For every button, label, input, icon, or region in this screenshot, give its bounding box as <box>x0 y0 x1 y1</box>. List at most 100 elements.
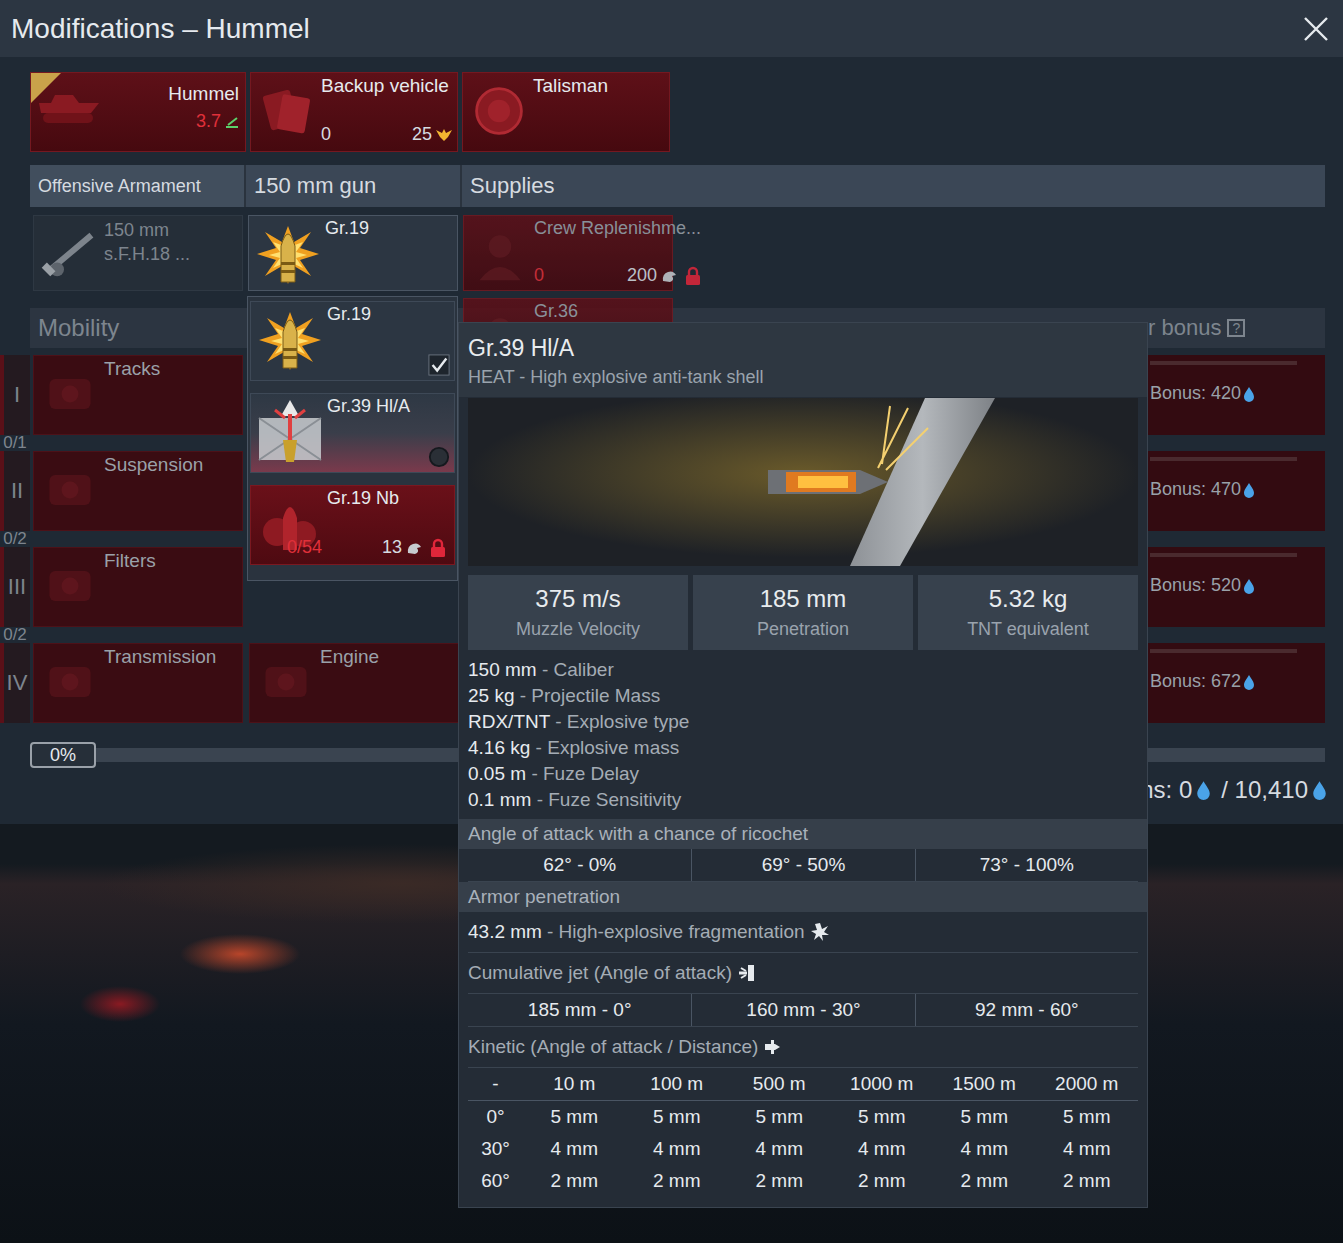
talisman-card[interactable]: Talisman <box>462 72 670 152</box>
module-icon <box>40 654 100 710</box>
spec-line: 25 kg - Projectile Mass <box>468 683 1138 709</box>
kinetic-column: 500 m <box>728 1068 831 1100</box>
supply-label: Gr.36 <box>534 301 666 322</box>
kinetic-value: 5 mm <box>728 1101 831 1133</box>
supplies-column: Crew Replenishme... 0 200 Gr.36 <box>463 215 673 291</box>
vehicle-rank: 3.7 <box>196 111 239 132</box>
tier-progress: 0/2 <box>0 627 30 643</box>
ricochet-header: Angle of attack with a chance of ricoche… <box>459 819 1147 849</box>
lock-icon <box>430 538 446 558</box>
window-title: Modifications – Hummel <box>11 13 310 45</box>
kinetic-column: - <box>468 1068 523 1100</box>
tooltip-subtitle: HEAT - High explosive anti-tank shell <box>468 367 1138 388</box>
title-bar: Modifications – Hummel <box>0 0 1343 57</box>
jet-value: 185 mm - 0° <box>468 994 691 1026</box>
research-point-icon <box>1312 780 1327 800</box>
points-current: ns: 0 <box>1140 776 1192 804</box>
weapon-card[interactable]: 150 mm s.F.H.18 ... <box>33 215 243 291</box>
modification-card[interactable]: Tracks <box>33 355 243 435</box>
kinetic-value: 4 mm <box>831 1133 934 1165</box>
kinetic-value: 5 mm <box>933 1101 1036 1133</box>
shell-impact-illustration <box>468 398 1138 566</box>
gun-slot-label: Gr.19 <box>325 216 369 290</box>
tooltip-stats: 375 m/s Muzzle Velocity185 mm Penetratio… <box>468 575 1138 650</box>
modification-label: Tracks <box>104 356 160 434</box>
kinetic-value: 2 mm <box>523 1165 626 1197</box>
stat-label: Penetration <box>757 619 849 640</box>
points-total: / 10,410 <box>1221 776 1308 804</box>
he-shell-icon <box>253 218 323 288</box>
kinetic-icon <box>763 1037 783 1057</box>
vehicle-name: Hummel <box>168 83 239 105</box>
backup-count: 0 <box>321 124 331 145</box>
kinetic-value: 4 mm <box>523 1133 626 1165</box>
kinetic-value: 2 mm <box>1036 1165 1139 1197</box>
spec-line: 0.05 m - Fuze Delay <box>468 761 1138 787</box>
supply-count: 0 <box>534 265 544 286</box>
kinetic-angle: 30° <box>468 1133 523 1165</box>
tier-progress <box>0 723 30 739</box>
tier-progress: 0/1 <box>0 435 30 451</box>
modification-card[interactable]: Transmission <box>33 643 243 723</box>
modification-card[interactable]: Filters <box>33 547 243 627</box>
he-shell-icon <box>255 304 325 374</box>
stat-value: 5.32 kg <box>989 585 1068 613</box>
kinetic-value: 5 mm <box>523 1101 626 1133</box>
tier-bonus: Bonus: 470 <box>1150 479 1297 500</box>
jet-header: Cumulative jet (Angle of attack) <box>468 953 1138 994</box>
kinetic-value: 4 mm <box>933 1133 1036 1165</box>
kinetic-header: Kinetic (Angle of attack / Distance) <box>468 1027 1138 1068</box>
armor-penetration-header: Armor penetration <box>459 882 1147 912</box>
spec-line: 150 mm - Caliber <box>468 657 1138 683</box>
tier-bonus: Bonus: 420 <box>1150 383 1297 404</box>
modification-label: Transmission <box>104 644 216 722</box>
tier-label: III <box>0 547 30 627</box>
jet-value: 160 mm - 30° <box>691 994 914 1026</box>
jet-value: 92 mm - 60° <box>915 994 1138 1026</box>
research-point-icon <box>1243 578 1255 594</box>
supply-card[interactable]: Crew Replenishme... 0 200 <box>463 215 673 291</box>
backup-icon <box>257 83 317 139</box>
module-icon <box>40 558 100 614</box>
close-icon[interactable] <box>1303 16 1329 42</box>
backup-vehicle-card[interactable]: Backup vehicle 0 25 <box>250 72 458 152</box>
research-point-icon <box>1243 482 1255 498</box>
modification-card[interactable]: Suspension <box>33 451 243 531</box>
ammo-menu: Gr.19 Gr.39 Hl/A Gr.19 Nb 0/54 13 <box>247 296 458 581</box>
ricochet-value: 62° - 0% <box>468 849 691 881</box>
crew-icon <box>470 226 530 282</box>
ammo-option[interactable]: Gr.39 Hl/A <box>250 393 455 473</box>
gun-slot-card[interactable]: Gr.19 <box>248 215 458 291</box>
column-header: Supplies <box>462 165 1325 207</box>
heat-shell-icon <box>255 396 325 466</box>
backup-label: Backup vehicle <box>321 75 453 97</box>
backup-cost: 25 <box>412 124 453 145</box>
ammo-option[interactable]: Gr.19 <box>250 301 455 381</box>
tank-icon <box>31 73 111 133</box>
modification-label: Engine <box>320 644 379 722</box>
kinetic-header-row: -10 m100 m500 m1000 m1500 m2000 m <box>468 1068 1138 1101</box>
ammo-progress: 0/54 <box>287 537 322 558</box>
stat-box: 185 mm Penetration <box>693 575 913 650</box>
jet-values: 185 mm - 0°160 mm - 30°92 mm - 60° <box>468 994 1138 1027</box>
he-penetration: 43.2 mm - High-explosive fragmentation <box>468 912 1138 953</box>
tier-bonus: Bonus: 520 <box>1150 575 1297 596</box>
help-icon[interactable]: ? <box>1227 319 1245 337</box>
kinetic-column: 10 m <box>523 1068 626 1100</box>
modification-card[interactable]: Engine <box>249 643 459 723</box>
kinetic-angle: 60° <box>468 1165 523 1197</box>
supply-label: Crew Replenishme... <box>534 218 701 239</box>
stat-box: 375 m/s Muzzle Velocity <box>468 575 688 650</box>
kinetic-table: -10 m100 m500 m1000 m1500 m2000 m 0° 5 m… <box>468 1068 1138 1197</box>
talisman-label: Talisman <box>533 73 608 151</box>
vehicle-card[interactable]: Hummel 3.7 <box>30 72 246 152</box>
ammo-option[interactable]: Gr.19 Nb 0/54 13 <box>250 485 455 565</box>
howitzer-icon <box>40 226 100 282</box>
progress-percent: 0% <box>30 742 96 768</box>
ammo-label: Gr.39 Hl/A <box>327 394 410 472</box>
module-icon <box>40 366 100 422</box>
lock-icon <box>685 266 701 286</box>
kinetic-value: 2 mm <box>728 1165 831 1197</box>
column-header: 150 mm gun <box>246 165 462 207</box>
modification-label: Suspension <box>104 452 203 530</box>
